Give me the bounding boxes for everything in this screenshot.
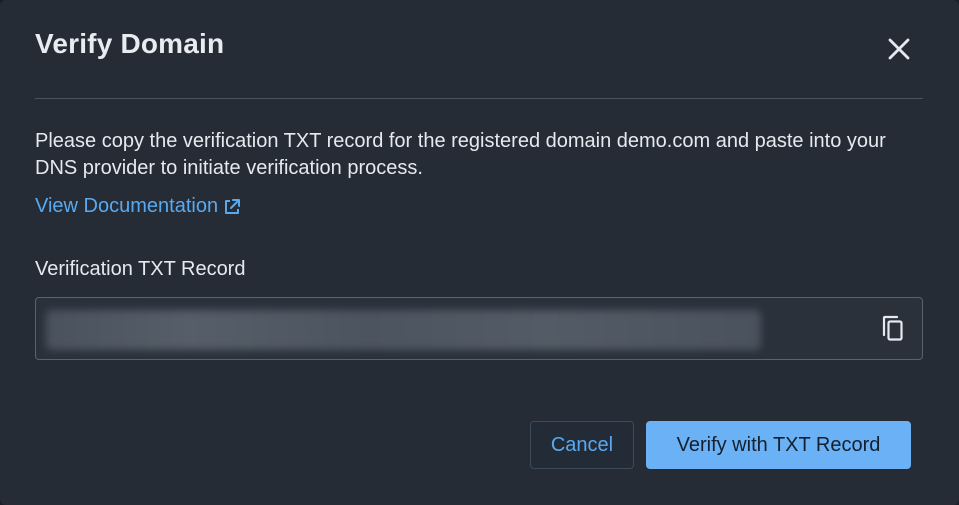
external-link-icon bbox=[225, 198, 241, 214]
view-documentation-link[interactable]: View Documentation bbox=[35, 195, 241, 218]
copy-button[interactable] bbox=[878, 314, 908, 344]
dialog-title: Verify Domain bbox=[35, 28, 225, 59]
header-divider bbox=[35, 98, 923, 99]
close-icon bbox=[888, 38, 910, 60]
txt-record-label: Verification TXT Record bbox=[35, 258, 246, 280]
verify-with-txt-record-button[interactable]: Verify with TXT Record bbox=[646, 421, 911, 469]
verify-domain-dialog: Verify Domain Please copy the verificati… bbox=[0, 0, 959, 505]
txt-record-field[interactable] bbox=[35, 297, 923, 360]
view-documentation-label: View Documentation bbox=[35, 195, 219, 217]
copy-icon bbox=[882, 315, 903, 341]
txt-record-value[interactable] bbox=[46, 310, 761, 350]
cancel-button[interactable]: Cancel bbox=[530, 421, 634, 469]
dialog-description: Please copy the verification TXT record … bbox=[35, 130, 886, 179]
close-button[interactable] bbox=[882, 32, 916, 66]
